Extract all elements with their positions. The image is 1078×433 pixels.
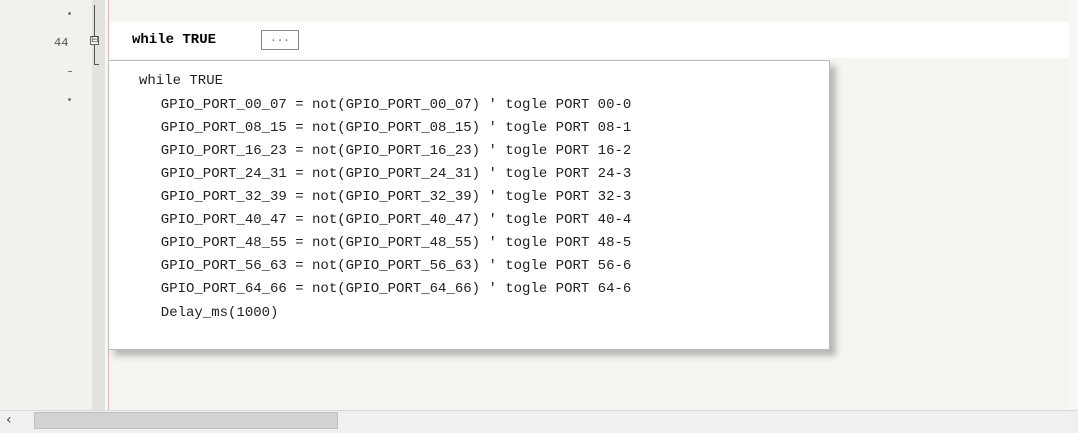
gutter-dot bbox=[68, 12, 71, 15]
gutter-dot bbox=[68, 98, 71, 101]
collapsed-code-marker[interactable]: ... bbox=[261, 30, 299, 50]
scroll-left-arrow-icon[interactable]: ‹ bbox=[6, 412, 12, 428]
line-number: 44 bbox=[54, 36, 69, 50]
code-editor[interactable]: 44 ⊟ while TRUE ... while TRUE GPIO_PORT… bbox=[0, 0, 1078, 433]
fold-end-tick bbox=[94, 64, 99, 65]
scrollbar-thumb[interactable] bbox=[34, 412, 338, 429]
gutter-dash bbox=[68, 71, 72, 72]
collapsed-code-tooltip: while TRUE GPIO_PORT_00_07 = not(GPIO_PO… bbox=[108, 60, 830, 350]
tooltip-code-line: GPIO_PORT_16_23 = not(GPIO_PORT_16_23) '… bbox=[144, 143, 632, 159]
line-number-gutter bbox=[0, 0, 92, 410]
tooltip-code-line: Delay_ms(1000) bbox=[144, 305, 279, 321]
tooltip-code-line: GPIO_PORT_40_47 = not(GPIO_PORT_40_47) '… bbox=[144, 212, 632, 228]
tooltip-code-line: GPIO_PORT_24_31 = not(GPIO_PORT_24_31) '… bbox=[144, 166, 632, 182]
tooltip-code-line: GPIO_PORT_48_55 = not(GPIO_PORT_48_55) '… bbox=[144, 235, 632, 251]
tooltip-code-line: GPIO_PORT_56_63 = not(GPIO_PORT_56_63) '… bbox=[144, 258, 632, 274]
current-line-highlight bbox=[109, 22, 1069, 58]
tooltip-code-line: while TRUE bbox=[139, 73, 224, 89]
tooltip-code-line: GPIO_PORT_00_07 = not(GPIO_PORT_00_07) '… bbox=[144, 97, 632, 113]
fold-toggle-icon[interactable]: ⊟ bbox=[90, 36, 99, 45]
tooltip-code-line: GPIO_PORT_08_15 = not(GPIO_PORT_08_15) '… bbox=[144, 120, 632, 136]
tooltip-code-line: GPIO_PORT_32_39 = not(GPIO_PORT_32_39) '… bbox=[144, 189, 632, 205]
tooltip-code-line: GPIO_PORT_64_66 = not(GPIO_PORT_64_66) '… bbox=[144, 281, 632, 297]
code-line-while[interactable]: while TRUE bbox=[132, 32, 216, 48]
